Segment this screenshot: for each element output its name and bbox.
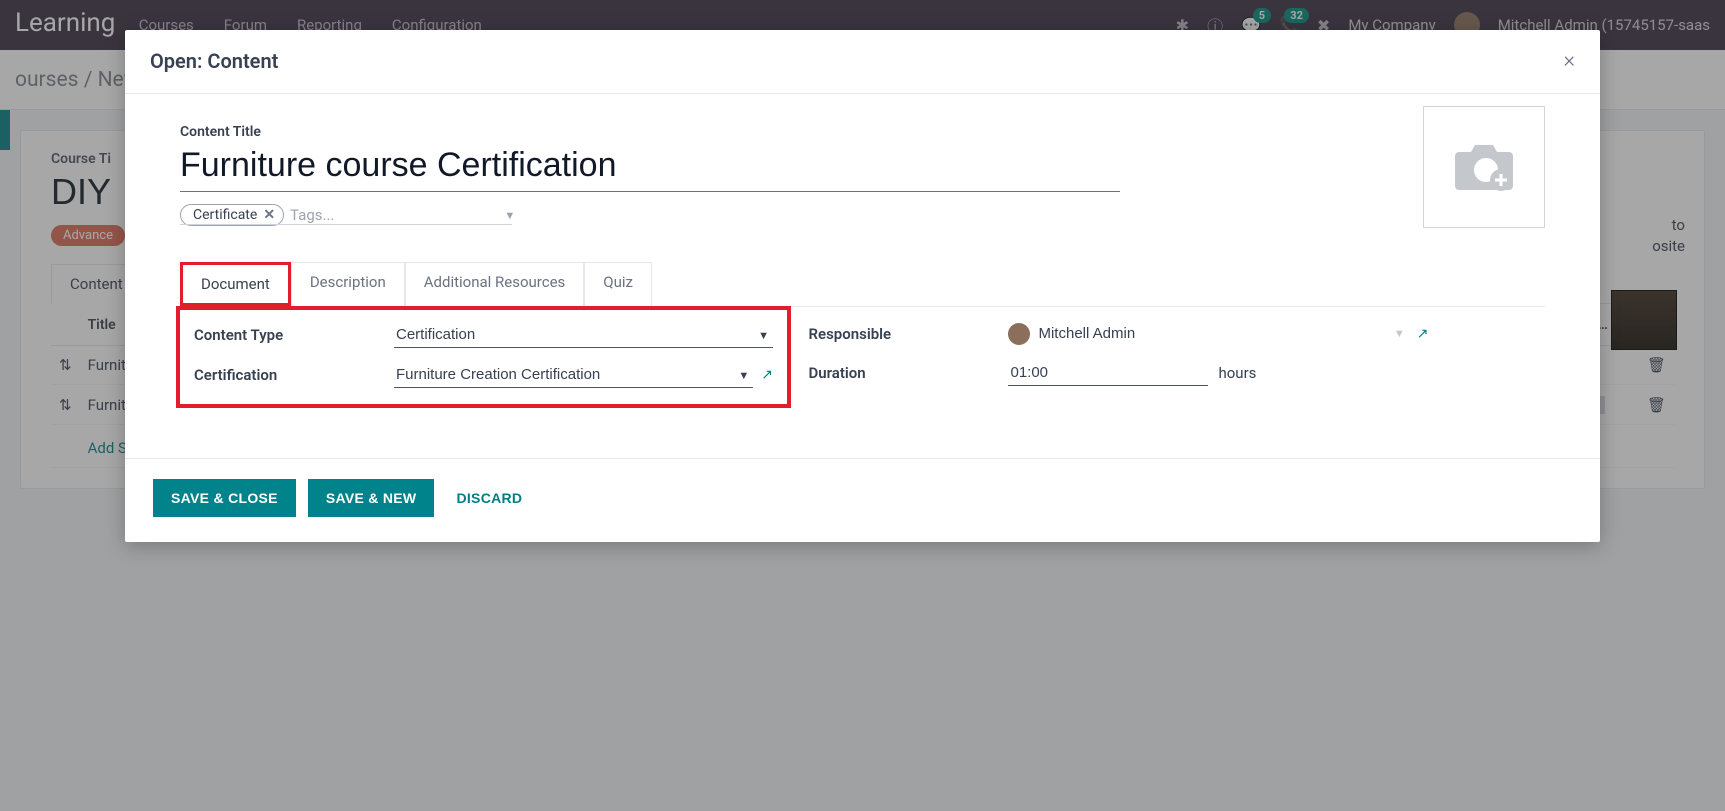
content-title-label: Content Title — [180, 124, 1545, 140]
tag-certificate-chip[interactable]: Certificate ✕ — [180, 204, 284, 226]
tags-dropdown-icon[interactable]: ▼ — [504, 209, 515, 222]
tab-description[interactable]: Description — [291, 262, 405, 306]
highlighted-fields-box: Content Type ▼ Certification ▼ ↗ — [176, 306, 791, 408]
responsible-avatar — [1008, 323, 1030, 345]
tab-additional-resources[interactable]: Additional Resources — [405, 262, 585, 306]
duration-input[interactable] — [1008, 360, 1208, 386]
discard-button[interactable]: DISCARD — [456, 490, 522, 506]
image-upload-box[interactable] — [1423, 106, 1545, 228]
certification-label: Certification — [194, 366, 394, 384]
responsible-label: Responsible — [808, 325, 1008, 343]
close-icon[interactable]: × — [1563, 48, 1575, 73]
duration-label: Duration — [808, 364, 1008, 382]
responsible-select[interactable] — [1036, 321, 1336, 346]
content-title-input[interactable] — [180, 146, 1120, 192]
camera-plus-icon — [1449, 140, 1519, 195]
modal-tabs: Document Description Additional Resource… — [180, 262, 1545, 307]
tag-label: Certificate — [193, 207, 257, 223]
tab-document[interactable]: Document — [180, 262, 291, 306]
certification-select[interactable] — [394, 362, 753, 388]
external-link-icon[interactable]: ↗ — [761, 367, 773, 383]
external-link-icon[interactable]: ↗ — [1417, 326, 1429, 342]
content-type-label: Content Type — [194, 326, 394, 344]
content-type-select[interactable] — [394, 322, 773, 348]
save-close-button[interactable]: SAVE & CLOSE — [153, 479, 296, 517]
tag-remove-icon[interactable]: ✕ — [263, 207, 275, 223]
content-modal: Open: Content × Content Title Certificat… — [125, 30, 1600, 542]
tab-quiz[interactable]: Quiz — [584, 262, 652, 306]
chevron-down-icon: ▼ — [1394, 327, 1405, 340]
save-new-button[interactable]: SAVE & NEW — [308, 479, 435, 517]
duration-unit: hours — [1218, 364, 1256, 382]
modal-title: Open: Content — [150, 49, 278, 73]
tags-placeholder[interactable]: Tags... — [290, 206, 334, 224]
